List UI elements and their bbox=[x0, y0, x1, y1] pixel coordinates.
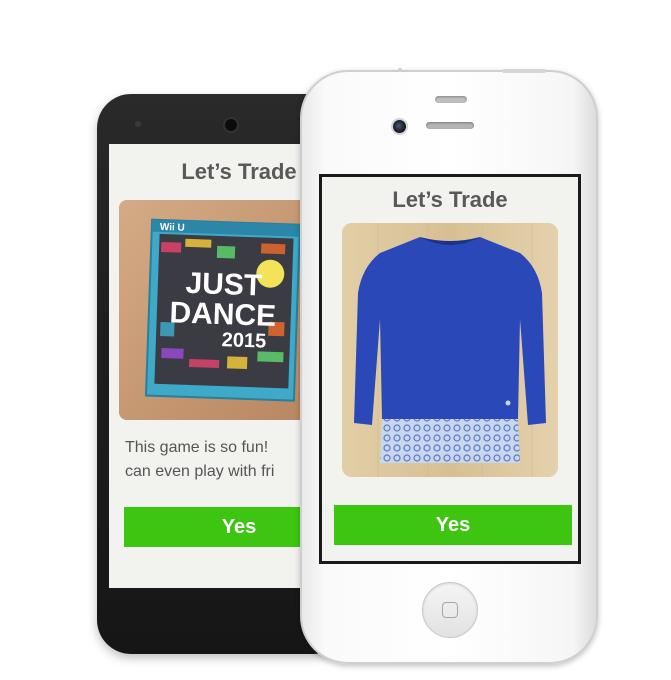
product-photo bbox=[342, 223, 558, 477]
yes-button[interactable]: Yes bbox=[334, 505, 572, 545]
earpiece-speaker-icon bbox=[426, 122, 474, 129]
cover-title-line2: DANCE bbox=[169, 296, 277, 333]
home-button-icon bbox=[442, 602, 458, 618]
earpiece-top-icon bbox=[435, 96, 467, 103]
platform-label: Wii U bbox=[160, 222, 185, 234]
front-camera-icon bbox=[225, 119, 237, 131]
product-photo: Wii U JUST DANCE 2015 bbox=[119, 200, 319, 420]
sweater-image bbox=[342, 223, 558, 477]
cover-year: 2015 bbox=[221, 329, 266, 353]
game-case-image: Wii U JUST DANCE 2015 bbox=[119, 200, 319, 420]
front-camera-icon bbox=[393, 120, 406, 133]
iphone: Let’s Trade Yes bbox=[300, 68, 598, 664]
android-sensor-icon bbox=[135, 121, 141, 127]
home-button[interactable] bbox=[422, 582, 478, 638]
top-mic-icon bbox=[398, 68, 402, 72]
iphone-screen: Let’s Trade Yes bbox=[319, 174, 581, 564]
sleep-button[interactable] bbox=[502, 69, 546, 73]
page-title: Let’s Trade bbox=[392, 187, 508, 212]
